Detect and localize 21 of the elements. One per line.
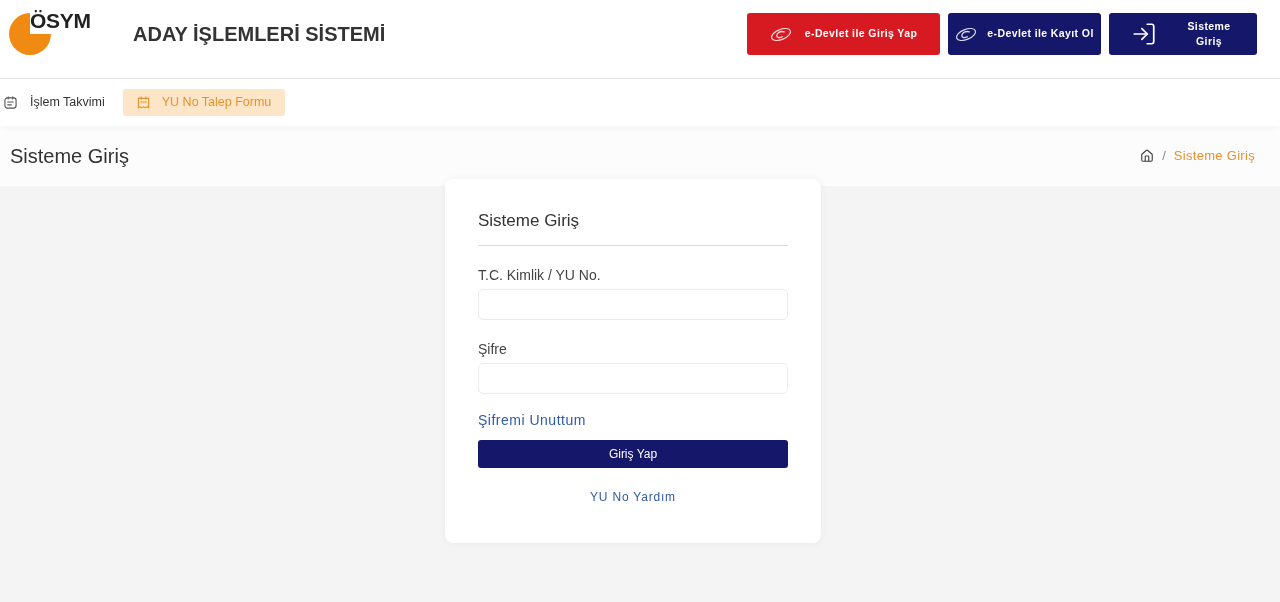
login-button[interactable]: Sisteme Giriş bbox=[1109, 13, 1257, 55]
e-devlet-button[interactable]: e-Devlet ile Giriş Yap bbox=[747, 13, 940, 55]
nav-tab[interactable]: İşlem Takvimi bbox=[0, 89, 109, 116]
forgot-password-link[interactable]: Şifremi Unuttum bbox=[478, 412, 586, 428]
logo-text: ÖSYM bbox=[30, 9, 91, 33]
home-icon[interactable] bbox=[1140, 149, 1155, 163]
breadcrumb-separator: / bbox=[1162, 147, 1166, 166]
card-title: Sisteme Giriş bbox=[478, 211, 788, 246]
field-label: Şifre bbox=[478, 341, 508, 357]
login-submit-button[interactable]: Giriş Yap bbox=[478, 440, 788, 468]
calendar-icon bbox=[136, 96, 150, 109]
swoosh-icon bbox=[955, 26, 978, 42]
app-title: ADAY İŞLEMLERİ SİSTEMİ bbox=[133, 22, 386, 46]
page-title: Sisteme Giriş bbox=[10, 144, 129, 168]
swoosh-icon bbox=[769, 26, 792, 42]
field-label: T.C. Kimlik / YU No. bbox=[478, 267, 602, 283]
help-link[interactable]: YU No Yardım bbox=[590, 490, 676, 504]
e-devlet-button[interactable]: e-Devlet ile Kayıt Ol bbox=[948, 13, 1101, 55]
breadcrumb-current: Sisteme Giriş bbox=[1173, 147, 1255, 166]
sign-in-icon bbox=[1131, 21, 1157, 47]
calendar-icon bbox=[4, 96, 17, 109]
